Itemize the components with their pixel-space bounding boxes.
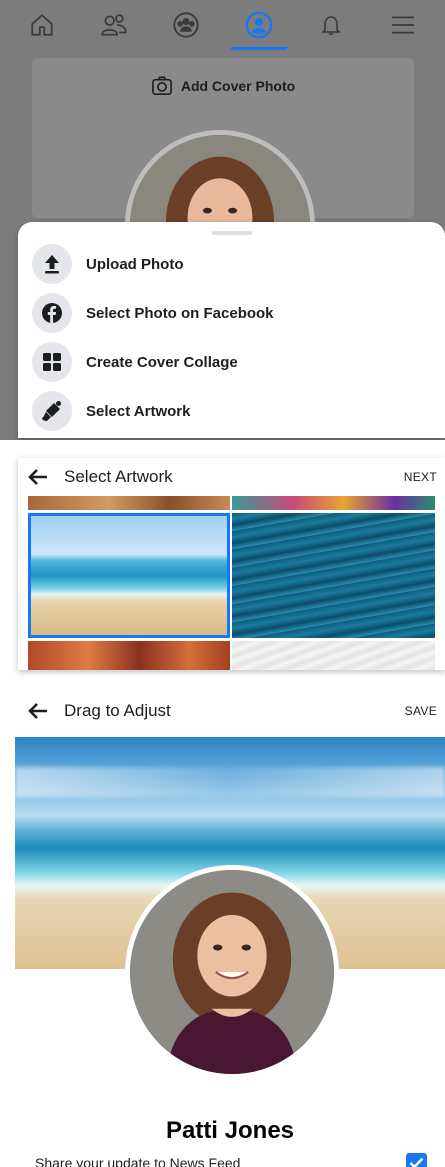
select-photo-facebook-option[interactable]: Select Photo on Facebook — [32, 291, 274, 335]
artwork-grid — [28, 496, 445, 670]
upload-photo-label: Upload Photo — [86, 255, 184, 273]
profile-icon — [245, 11, 272, 39]
nav-menu-button[interactable] — [375, 0, 431, 50]
select-artwork-screen: Select Artwork NEXT — [18, 458, 445, 670]
artwork-thumbnail-white-waves[interactable] — [232, 641, 435, 670]
top-navigation-bar — [0, 0, 445, 50]
artwork-thumbnail-canyon[interactable] — [28, 496, 230, 510]
back-button[interactable] — [24, 699, 52, 723]
artwork-thumbnail-abstract[interactable] — [232, 496, 435, 510]
next-button[interactable]: NEXT — [404, 470, 437, 484]
home-icon — [31, 14, 53, 36]
paintbrush-icon — [32, 391, 72, 431]
checkmark-icon — [409, 1157, 424, 1167]
select-artwork-option[interactable]: Select Artwork — [32, 389, 190, 433]
add-cover-photo-button[interactable]: Add Cover Photo — [32, 76, 414, 96]
sheet-drag-handle[interactable] — [211, 231, 252, 235]
nav-groups-button[interactable] — [158, 0, 214, 50]
select-photo-facebook-label: Select Photo on Facebook — [86, 304, 274, 322]
share-to-news-feed-checkbox[interactable] — [406, 1152, 427, 1167]
share-to-news-feed-label: Share your update to News Feed — [35, 1155, 241, 1167]
groups-icon — [173, 12, 199, 38]
back-arrow-icon — [28, 703, 47, 719]
facebook-icon — [32, 293, 72, 333]
select-artwork-header: Select Artwork NEXT — [18, 458, 445, 496]
drag-to-adjust-screen: Drag to Adjust SAVE Patti Jones Share yo… — [15, 690, 445, 1167]
artwork-thumbnail-ocean[interactable] — [232, 513, 435, 638]
cover-photo-action-sheet: Upload Photo Select Photo on Facebook Cr… — [18, 222, 445, 438]
create-cover-collage-option[interactable]: Create Cover Collage — [32, 340, 238, 384]
drag-to-adjust-header: Drag to Adjust SAVE — [15, 690, 445, 732]
artwork-thumbnail-beach-selected[interactable] — [28, 513, 230, 638]
create-cover-collage-label: Create Cover Collage — [86, 353, 238, 371]
friends-icon — [101, 14, 127, 36]
nav-notifications-button[interactable] — [303, 0, 359, 50]
profile-picture — [125, 865, 339, 1079]
nav-home-button[interactable] — [14, 0, 70, 50]
profile-name: Patti Jones — [165, 1117, 295, 1144]
upload-photo-option[interactable]: Upload Photo — [32, 242, 184, 286]
save-button[interactable]: SAVE — [405, 704, 437, 718]
collage-icon — [32, 342, 72, 382]
add-cover-photo-label: Add Cover Photo — [180, 78, 296, 94]
select-artwork-label: Select Artwork — [86, 402, 191, 420]
page-title: Drag to Adjust — [64, 701, 171, 720]
cover-clouds — [15, 767, 445, 797]
bell-icon — [320, 16, 341, 35]
back-arrow-icon — [28, 469, 47, 485]
cover-photo-options-screen: Add Cover Photo Upload Photo Select Phot… — [0, 0, 445, 440]
upload-icon — [32, 244, 72, 284]
menu-icon — [392, 16, 414, 34]
back-button[interactable] — [24, 465, 52, 489]
page-title: Select Artwork — [64, 467, 173, 486]
nav-friends-button[interactable] — [86, 0, 142, 50]
artwork-thumbnail-red-rock[interactable] — [28, 641, 230, 670]
camera-icon — [151, 76, 172, 95]
nav-profile-button[interactable] — [230, 0, 287, 50]
share-to-news-feed-row: Share your update to News Feed — [35, 1152, 427, 1167]
